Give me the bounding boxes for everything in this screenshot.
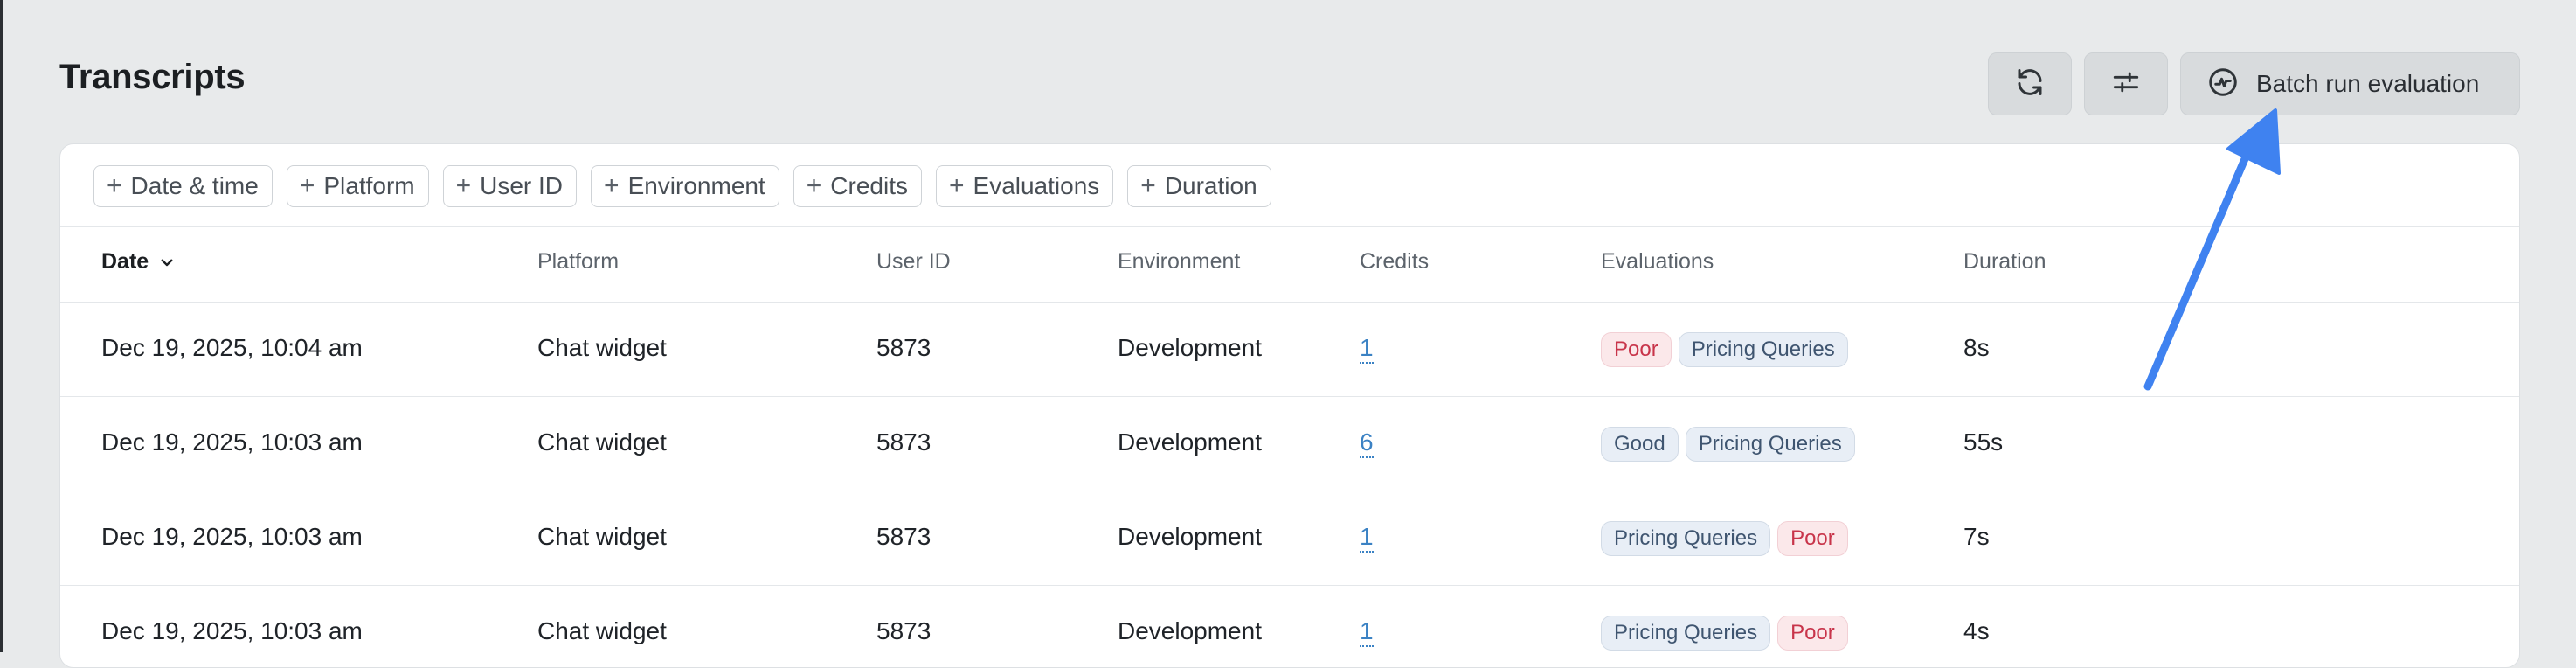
evaluation-badges: Poor Pricing Queries <box>1601 332 1848 367</box>
plus-icon: + <box>806 171 822 200</box>
cell-duration: 55s <box>1963 428 2004 456</box>
filter-chip-label: Duration <box>1164 172 1257 199</box>
divider <box>60 226 2519 227</box>
chevron-down-icon <box>159 254 175 270</box>
evaluation-badge-pricing-queries: Pricing Queries <box>1685 427 1855 462</box>
filter-chip-environment[interactable]: + Environment <box>591 165 779 207</box>
plus-icon: + <box>1140 171 1156 200</box>
filter-chip-date-time[interactable]: + Date & time <box>93 165 273 207</box>
evaluation-badges: Pricing Queries Poor <box>1601 521 1848 556</box>
activity-circle-icon <box>2207 66 2239 102</box>
cell-date: Dec 19, 2025, 10:04 am <box>101 334 363 361</box>
evaluation-badges: Good Pricing Queries <box>1601 427 1855 462</box>
cell-environment: Development <box>1118 523 1262 550</box>
plus-icon: + <box>604 171 620 200</box>
plus-icon: + <box>107 171 122 200</box>
evaluation-badge-pricing-queries: Pricing Queries <box>1678 332 1848 367</box>
cell-date: Dec 19, 2025, 10:03 am <box>101 523 363 550</box>
window-edge <box>0 0 3 652</box>
filter-chip-evaluations[interactable]: + Evaluations <box>935 165 1114 207</box>
cell-user-id: 5873 <box>876 617 931 644</box>
table-row[interactable]: Dec 19, 2025, 10:03 am Chat widget 5873 … <box>60 491 2519 586</box>
sliders-icon <box>2111 67 2141 101</box>
filter-chip-credits[interactable]: + Credits <box>793 165 922 207</box>
batch-run-evaluation-button[interactable]: Batch run evaluation <box>2180 52 2520 115</box>
cell-duration: 4s <box>1963 617 1990 644</box>
column-header-credits[interactable]: Credits <box>1360 249 1429 275</box>
filter-chip-label: Credits <box>830 172 908 199</box>
filter-chip-platform[interactable]: + Platform <box>286 165 429 207</box>
evaluation-badge-pricing-queries: Pricing Queries <box>1601 521 1771 556</box>
transcripts-table-card: + Date & time + Platform + User ID + Env… <box>59 143 2520 668</box>
cell-environment: Development <box>1118 428 1262 456</box>
filter-chip-duration[interactable]: + Duration <box>1127 165 1271 207</box>
evaluation-badge-poor: Poor <box>1777 616 1848 651</box>
cell-user-id: 5873 <box>876 334 931 361</box>
refresh-icon <box>2014 66 2046 102</box>
table-row[interactable]: Dec 19, 2025, 10:03 am Chat widget 5873 … <box>60 586 2519 667</box>
evaluation-badge-good: Good <box>1601 427 1679 462</box>
cell-platform: Chat widget <box>537 523 667 550</box>
column-header-date[interactable]: Date <box>101 249 175 275</box>
column-header-duration[interactable]: Duration <box>1963 249 2046 275</box>
filter-chip-label: Platform <box>323 172 415 199</box>
filter-chip-label: Date & time <box>130 172 259 199</box>
plus-icon: + <box>948 171 965 200</box>
cell-user-id: 5873 <box>876 523 931 550</box>
evaluation-badge-poor: Poor <box>1601 332 1672 367</box>
cell-duration: 8s <box>1963 334 1990 361</box>
plus-icon: + <box>455 171 472 200</box>
cell-duration: 7s <box>1963 523 1990 550</box>
credits-link[interactable]: 6 <box>1360 428 1374 458</box>
cell-environment: Development <box>1118 334 1262 361</box>
evaluation-badge-poor: Poor <box>1777 521 1848 556</box>
column-header-environment[interactable]: Environment <box>1118 249 1240 275</box>
credits-link[interactable]: 1 <box>1360 334 1374 364</box>
display-settings-button[interactable] <box>2084 52 2168 115</box>
column-header-label: Date <box>101 249 149 274</box>
plus-icon: + <box>299 171 315 200</box>
filter-chip-label: User ID <box>480 172 564 199</box>
cell-user-id: 5873 <box>876 428 931 456</box>
column-header-evaluations[interactable]: Evaluations <box>1601 249 1714 275</box>
filter-bar: + Date & time + Platform + User ID + Env… <box>93 165 1271 207</box>
refresh-button[interactable] <box>1988 52 2072 115</box>
column-header-platform[interactable]: Platform <box>537 249 619 275</box>
evaluation-badge-pricing-queries: Pricing Queries <box>1601 616 1771 651</box>
column-header-user-id[interactable]: User ID <box>876 249 951 275</box>
cell-platform: Chat widget <box>537 617 667 644</box>
evaluation-badges: Pricing Queries Poor <box>1601 616 1848 651</box>
cell-date: Dec 19, 2025, 10:03 am <box>101 617 363 644</box>
filter-chip-user-id[interactable]: + User ID <box>442 165 578 207</box>
cell-platform: Chat widget <box>537 428 667 456</box>
cell-date: Dec 19, 2025, 10:03 am <box>101 428 363 456</box>
filter-chip-label: Evaluations <box>973 172 1100 199</box>
table-row[interactable]: Dec 19, 2025, 10:03 am Chat widget 5873 … <box>60 397 2519 491</box>
cell-environment: Development <box>1118 617 1262 644</box>
cell-platform: Chat widget <box>537 334 667 361</box>
page-title: Transcripts <box>59 58 246 96</box>
credits-link[interactable]: 1 <box>1360 617 1374 647</box>
batch-run-evaluation-label: Batch run evaluation <box>2256 70 2480 97</box>
table-row[interactable]: Dec 19, 2025, 10:04 am Chat widget 5873 … <box>60 303 2519 397</box>
credits-link[interactable]: 1 <box>1360 523 1374 553</box>
filter-chip-label: Environment <box>627 172 765 199</box>
